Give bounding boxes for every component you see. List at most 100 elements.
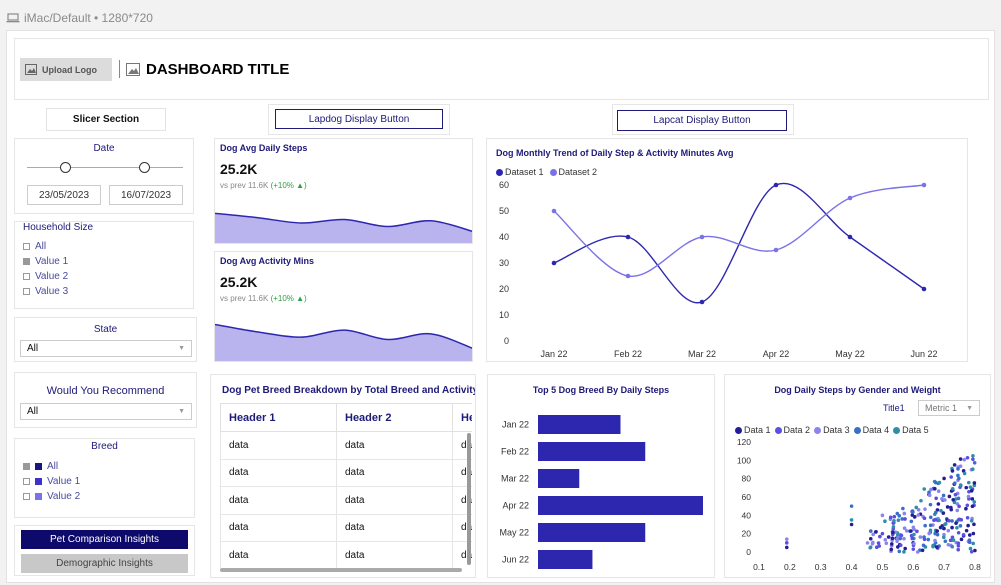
data-point[interactable]: [878, 534, 882, 539]
data-point[interactable]: [865, 541, 870, 545]
data-point[interactable]: [939, 509, 943, 513]
data-point[interactable]: [883, 537, 888, 542]
data-point[interactable]: [551, 260, 557, 266]
data-point[interactable]: [912, 532, 916, 537]
data-point[interactable]: [972, 522, 976, 527]
end-date-input[interactable]: 16/07/2023: [109, 185, 183, 205]
checkbox-icon[interactable]: [23, 478, 30, 485]
data-point[interactable]: [956, 547, 961, 552]
data-point[interactable]: [896, 545, 900, 549]
data-point[interactable]: [965, 456, 970, 460]
data-point[interactable]: [784, 545, 789, 550]
bar[interactable]: [538, 550, 593, 569]
data-point[interactable]: [884, 541, 889, 546]
data-point[interactable]: [909, 519, 914, 524]
data-point[interactable]: [957, 504, 961, 509]
pet-comparison-insights-button[interactable]: Pet Comparison Insights: [21, 530, 188, 549]
data-point[interactable]: [950, 469, 955, 473]
data-point[interactable]: [699, 234, 705, 240]
data-point[interactable]: [970, 504, 975, 509]
data-point[interactable]: [928, 502, 933, 507]
data-point[interactable]: [849, 504, 854, 508]
table-row[interactable]: datadatada: [220, 541, 472, 568]
demographic-insights-button[interactable]: Demographic Insights: [21, 554, 188, 573]
data-point[interactable]: [923, 523, 927, 528]
checkbox-checked-icon[interactable]: [23, 258, 30, 265]
data-point[interactable]: [954, 521, 958, 525]
data-point[interactable]: [897, 549, 902, 554]
data-point[interactable]: [849, 522, 854, 527]
data-point[interactable]: [949, 505, 953, 510]
data-point[interactable]: [951, 497, 955, 502]
data-point[interactable]: [956, 467, 960, 471]
data-point[interactable]: [897, 513, 902, 518]
table-row[interactable]: datadatada: [220, 513, 472, 542]
data-point[interactable]: [952, 463, 957, 467]
recommend-dropdown[interactable]: All ▼: [20, 403, 192, 420]
data-point[interactable]: [927, 531, 931, 536]
table-header-cell[interactable]: Header 2: [336, 403, 453, 432]
data-point[interactable]: [911, 510, 915, 514]
data-point[interactable]: [950, 544, 955, 549]
breed-item-1[interactable]: Value 1: [23, 474, 80, 489]
data-point[interactable]: [953, 481, 957, 485]
breed-item-2[interactable]: Value 2: [23, 489, 80, 504]
data-point[interactable]: [890, 536, 895, 541]
data-point[interactable]: [973, 548, 977, 553]
data-point[interactable]: [915, 550, 920, 554]
household-item-3[interactable]: Value 3: [23, 284, 68, 299]
checkbox-icon[interactable]: [23, 243, 30, 250]
data-point[interactable]: [873, 530, 878, 534]
data-point[interactable]: [950, 487, 955, 491]
data-point[interactable]: [889, 547, 894, 552]
data-point[interactable]: [910, 536, 915, 541]
data-point[interactable]: [890, 542, 894, 546]
data-point[interactable]: [970, 467, 975, 472]
data-point[interactable]: [847, 234, 853, 240]
data-point[interactable]: [964, 506, 968, 511]
data-point[interactable]: [868, 529, 873, 533]
data-point[interactable]: [965, 515, 970, 520]
data-point[interactable]: [935, 529, 940, 533]
data-point[interactable]: [942, 476, 946, 481]
data-point[interactable]: [958, 483, 963, 487]
data-point[interactable]: [950, 519, 954, 523]
checkbox-icon[interactable]: [23, 288, 30, 295]
data-point[interactable]: [915, 529, 919, 534]
data-point[interactable]: [896, 518, 901, 523]
data-point[interactable]: [902, 511, 907, 516]
data-point[interactable]: [964, 528, 969, 533]
data-point[interactable]: [936, 502, 941, 506]
table-header-cell[interactable]: He: [452, 403, 472, 432]
data-point[interactable]: [955, 525, 959, 530]
bar[interactable]: [538, 415, 621, 434]
table-row[interactable]: datadatada: [220, 486, 472, 515]
data-point[interactable]: [936, 489, 941, 494]
data-point[interactable]: [551, 208, 557, 214]
data-point[interactable]: [903, 546, 907, 551]
data-point[interactable]: [965, 503, 970, 508]
bar[interactable]: [538, 523, 646, 542]
bar[interactable]: [538, 496, 703, 515]
data-point[interactable]: [972, 461, 977, 465]
data-point[interactable]: [699, 299, 705, 305]
data-point[interactable]: [891, 524, 896, 529]
data-point[interactable]: [927, 490, 931, 495]
data-point[interactable]: [919, 498, 923, 503]
data-point[interactable]: [955, 508, 960, 513]
data-point[interactable]: [901, 506, 905, 511]
data-point[interactable]: [953, 492, 958, 497]
data-point[interactable]: [923, 507, 927, 511]
data-point[interactable]: [967, 533, 972, 537]
data-point[interactable]: [928, 528, 933, 533]
data-point[interactable]: [877, 544, 882, 548]
data-point[interactable]: [972, 481, 977, 485]
data-point[interactable]: [922, 487, 927, 491]
data-point[interactable]: [967, 538, 972, 542]
data-point[interactable]: [933, 486, 937, 491]
data-point[interactable]: [969, 550, 974, 554]
data-point[interactable]: [625, 234, 631, 240]
data-point[interactable]: [888, 515, 893, 520]
checkbox-icon[interactable]: [23, 493, 30, 500]
data-point[interactable]: [968, 546, 973, 551]
